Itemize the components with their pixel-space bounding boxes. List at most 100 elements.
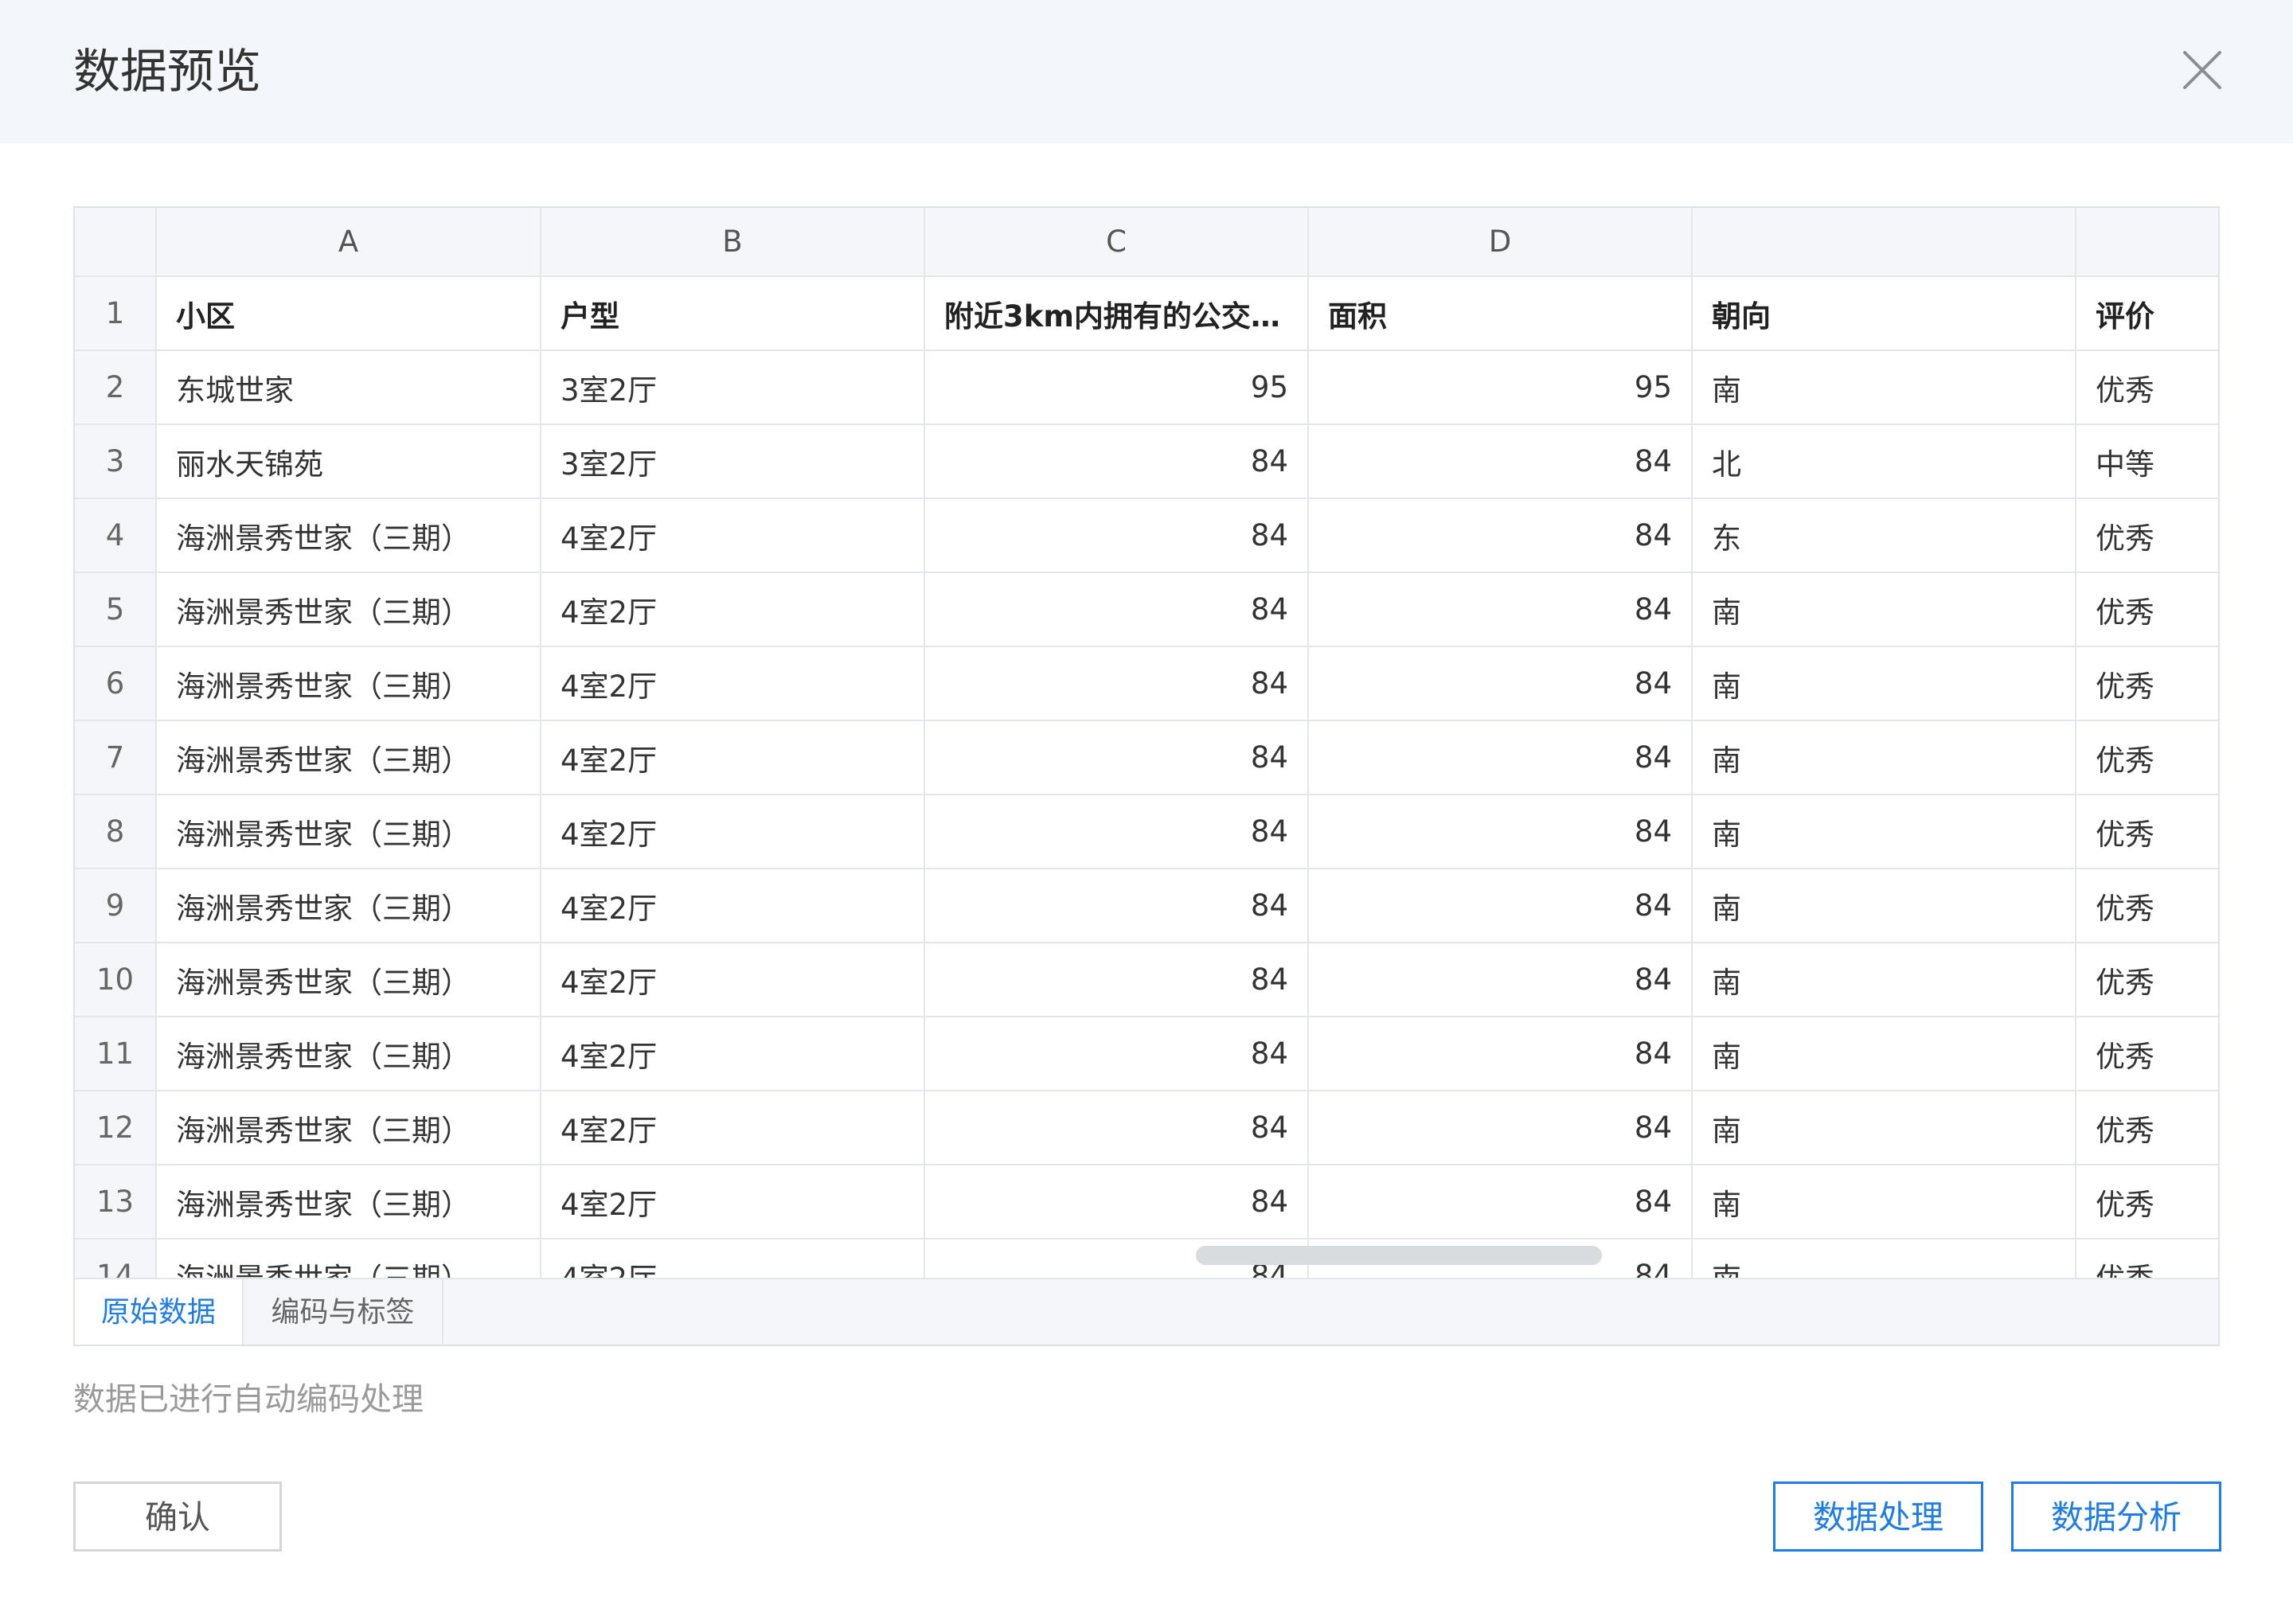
table-cell[interactable]: 4室2厅	[540, 498, 925, 573]
table-cell[interactable]: 南	[1691, 720, 2076, 795]
table-cell[interactable]: 84	[924, 572, 1309, 647]
table-cell[interactable]: 南	[1691, 646, 2076, 721]
table-cell[interactable]: 户型	[540, 275, 925, 351]
table-cell[interactable]: 南	[1691, 1164, 2076, 1239]
table-cell[interactable]: 84	[1307, 720, 1693, 795]
data-analyze-button[interactable]: 数据分析	[2011, 1482, 2221, 1552]
table-cell[interactable]: 南	[1691, 349, 2076, 425]
row-number[interactable]: 6	[75, 646, 157, 721]
row-number[interactable]: 4	[75, 498, 157, 573]
table-cell[interactable]: 4室2厅	[540, 646, 925, 721]
table-cell[interactable]: 84	[924, 1016, 1309, 1091]
table-cell[interactable]: 84	[924, 646, 1309, 721]
table-cell[interactable]: 东城世家	[155, 349, 541, 425]
table-cell[interactable]: 4室2厅	[540, 1164, 925, 1239]
table-cell[interactable]: 海洲景秀世家（三期）	[155, 1238, 541, 1278]
row-number[interactable]: 1	[75, 275, 157, 351]
table-cell[interactable]: 海洲景秀世家（三期）	[155, 1164, 541, 1239]
table-cell[interactable]: 优秀	[2075, 794, 2218, 869]
row-number[interactable]: 7	[75, 720, 157, 795]
table-cell[interactable]: 95	[1307, 349, 1693, 425]
table-cell[interactable]: 海洲景秀世家（三期）	[155, 942, 541, 1017]
table-cell[interactable]: 南	[1691, 1090, 2076, 1165]
table-cell[interactable]: 北	[1691, 424, 2076, 499]
row-number[interactable]: 2	[75, 349, 157, 425]
table-cell[interactable]: 84	[1307, 572, 1693, 647]
table-cell[interactable]: 海洲景秀世家（三期）	[155, 572, 541, 647]
row-number[interactable]: 13	[75, 1164, 157, 1239]
tab-raw-data[interactable]: 原始数据	[75, 1279, 244, 1345]
column-header[interactable]: B	[540, 208, 925, 277]
table-cell[interactable]: 海洲景秀世家（三期）	[155, 794, 541, 869]
grid-viewport[interactable]: A B C D 1 小区 户型 附近3km内拥有的公交站... 面积 朝向 评价 2 东城世家 3室2厅 9…	[75, 208, 2218, 1278]
table-cell[interactable]: 东	[1691, 498, 2076, 573]
column-header[interactable]	[1691, 208, 2076, 277]
confirm-button[interactable]: 确认	[73, 1482, 282, 1552]
tab-encoding-labels[interactable]: 编码与标签	[244, 1279, 443, 1345]
table-cell[interactable]: 南	[1691, 1016, 2076, 1091]
table-cell[interactable]: 84	[924, 868, 1309, 943]
row-number[interactable]: 3	[75, 424, 157, 499]
table-cell[interactable]: 84	[1307, 942, 1693, 1017]
row-number[interactable]: 9	[75, 868, 157, 943]
table-cell[interactable]: 84	[1307, 1016, 1693, 1091]
table-cell[interactable]: 小区	[155, 275, 541, 351]
table-cell[interactable]: 丽水天锦苑	[155, 424, 541, 499]
table-cell[interactable]: 84	[1307, 498, 1693, 573]
table-cell[interactable]: 84	[924, 720, 1309, 795]
table-cell[interactable]: 84	[1307, 868, 1693, 943]
table-cell[interactable]: 95	[924, 349, 1309, 425]
table-cell[interactable]: 4室2厅	[540, 942, 925, 1017]
row-number[interactable]: 14	[75, 1238, 157, 1278]
column-header[interactable]: D	[1307, 208, 1693, 277]
table-cell[interactable]: 南	[1691, 794, 2076, 869]
table-cell[interactable]: 84	[1307, 794, 1693, 869]
table-cell[interactable]: 84	[924, 942, 1309, 1017]
table-cell[interactable]: 面积	[1307, 275, 1693, 351]
table-cell[interactable]: 4室2厅	[540, 794, 925, 869]
table-cell[interactable]: 优秀	[2075, 720, 2218, 795]
table-cell[interactable]: 3室2厅	[540, 349, 925, 425]
table-cell[interactable]: 84	[924, 1164, 1309, 1239]
table-cell[interactable]: 海洲景秀世家（三期）	[155, 498, 541, 573]
table-cell[interactable]: 优秀	[2075, 1090, 2218, 1165]
column-header[interactable]	[2075, 208, 2218, 277]
table-cell[interactable]: 中等	[2075, 424, 2218, 499]
row-number[interactable]: 12	[75, 1090, 157, 1165]
table-cell[interactable]: 评价	[2075, 275, 2218, 351]
close-button[interactable]	[2178, 46, 2226, 94]
row-number[interactable]: 10	[75, 942, 157, 1017]
data-process-button[interactable]: 数据处理	[1773, 1482, 1983, 1552]
table-cell[interactable]: 南	[1691, 572, 2076, 647]
table-cell[interactable]: 海洲景秀世家（三期）	[155, 1016, 541, 1091]
table-cell[interactable]: 南	[1691, 868, 2076, 943]
table-cell[interactable]: 优秀	[2075, 1164, 2218, 1239]
row-number[interactable]: 11	[75, 1016, 157, 1091]
table-cell[interactable]: 南	[1691, 942, 2076, 1017]
row-number[interactable]: 5	[75, 572, 157, 647]
table-cell[interactable]: 84	[1307, 424, 1693, 499]
table-cell[interactable]: 优秀	[2075, 349, 2218, 425]
column-header[interactable]: C	[924, 208, 1309, 277]
table-cell[interactable]: 84	[924, 498, 1309, 573]
table-cell[interactable]: 4室2厅	[540, 1238, 925, 1278]
table-cell[interactable]: 优秀	[2075, 868, 2218, 943]
table-cell[interactable]: 84	[924, 424, 1309, 499]
table-cell[interactable]: 优秀	[2075, 1238, 2218, 1278]
table-cell[interactable]: 优秀	[2075, 942, 2218, 1017]
table-cell[interactable]: 海洲景秀世家（三期）	[155, 1090, 541, 1165]
table-cell[interactable]: 4室2厅	[540, 572, 925, 647]
column-header[interactable]: A	[155, 208, 541, 277]
table-cell[interactable]: 84	[1307, 646, 1693, 721]
table-cell[interactable]: 优秀	[2075, 498, 2218, 573]
horizontal-scrollbar-thumb[interactable]	[1196, 1246, 1602, 1265]
table-cell[interactable]: 4室2厅	[540, 868, 925, 943]
table-cell[interactable]: 海洲景秀世家（三期）	[155, 720, 541, 795]
table-cell[interactable]: 4室2厅	[540, 1090, 925, 1165]
table-cell[interactable]: 优秀	[2075, 646, 2218, 721]
table-cell[interactable]: 海洲景秀世家（三期）	[155, 868, 541, 943]
table-cell[interactable]: 84	[1307, 1090, 1693, 1165]
table-cell[interactable]: 附近3km内拥有的公交站...	[924, 275, 1309, 351]
table-cell[interactable]: 84	[924, 1090, 1309, 1165]
table-cell[interactable]: 3室2厅	[540, 424, 925, 499]
